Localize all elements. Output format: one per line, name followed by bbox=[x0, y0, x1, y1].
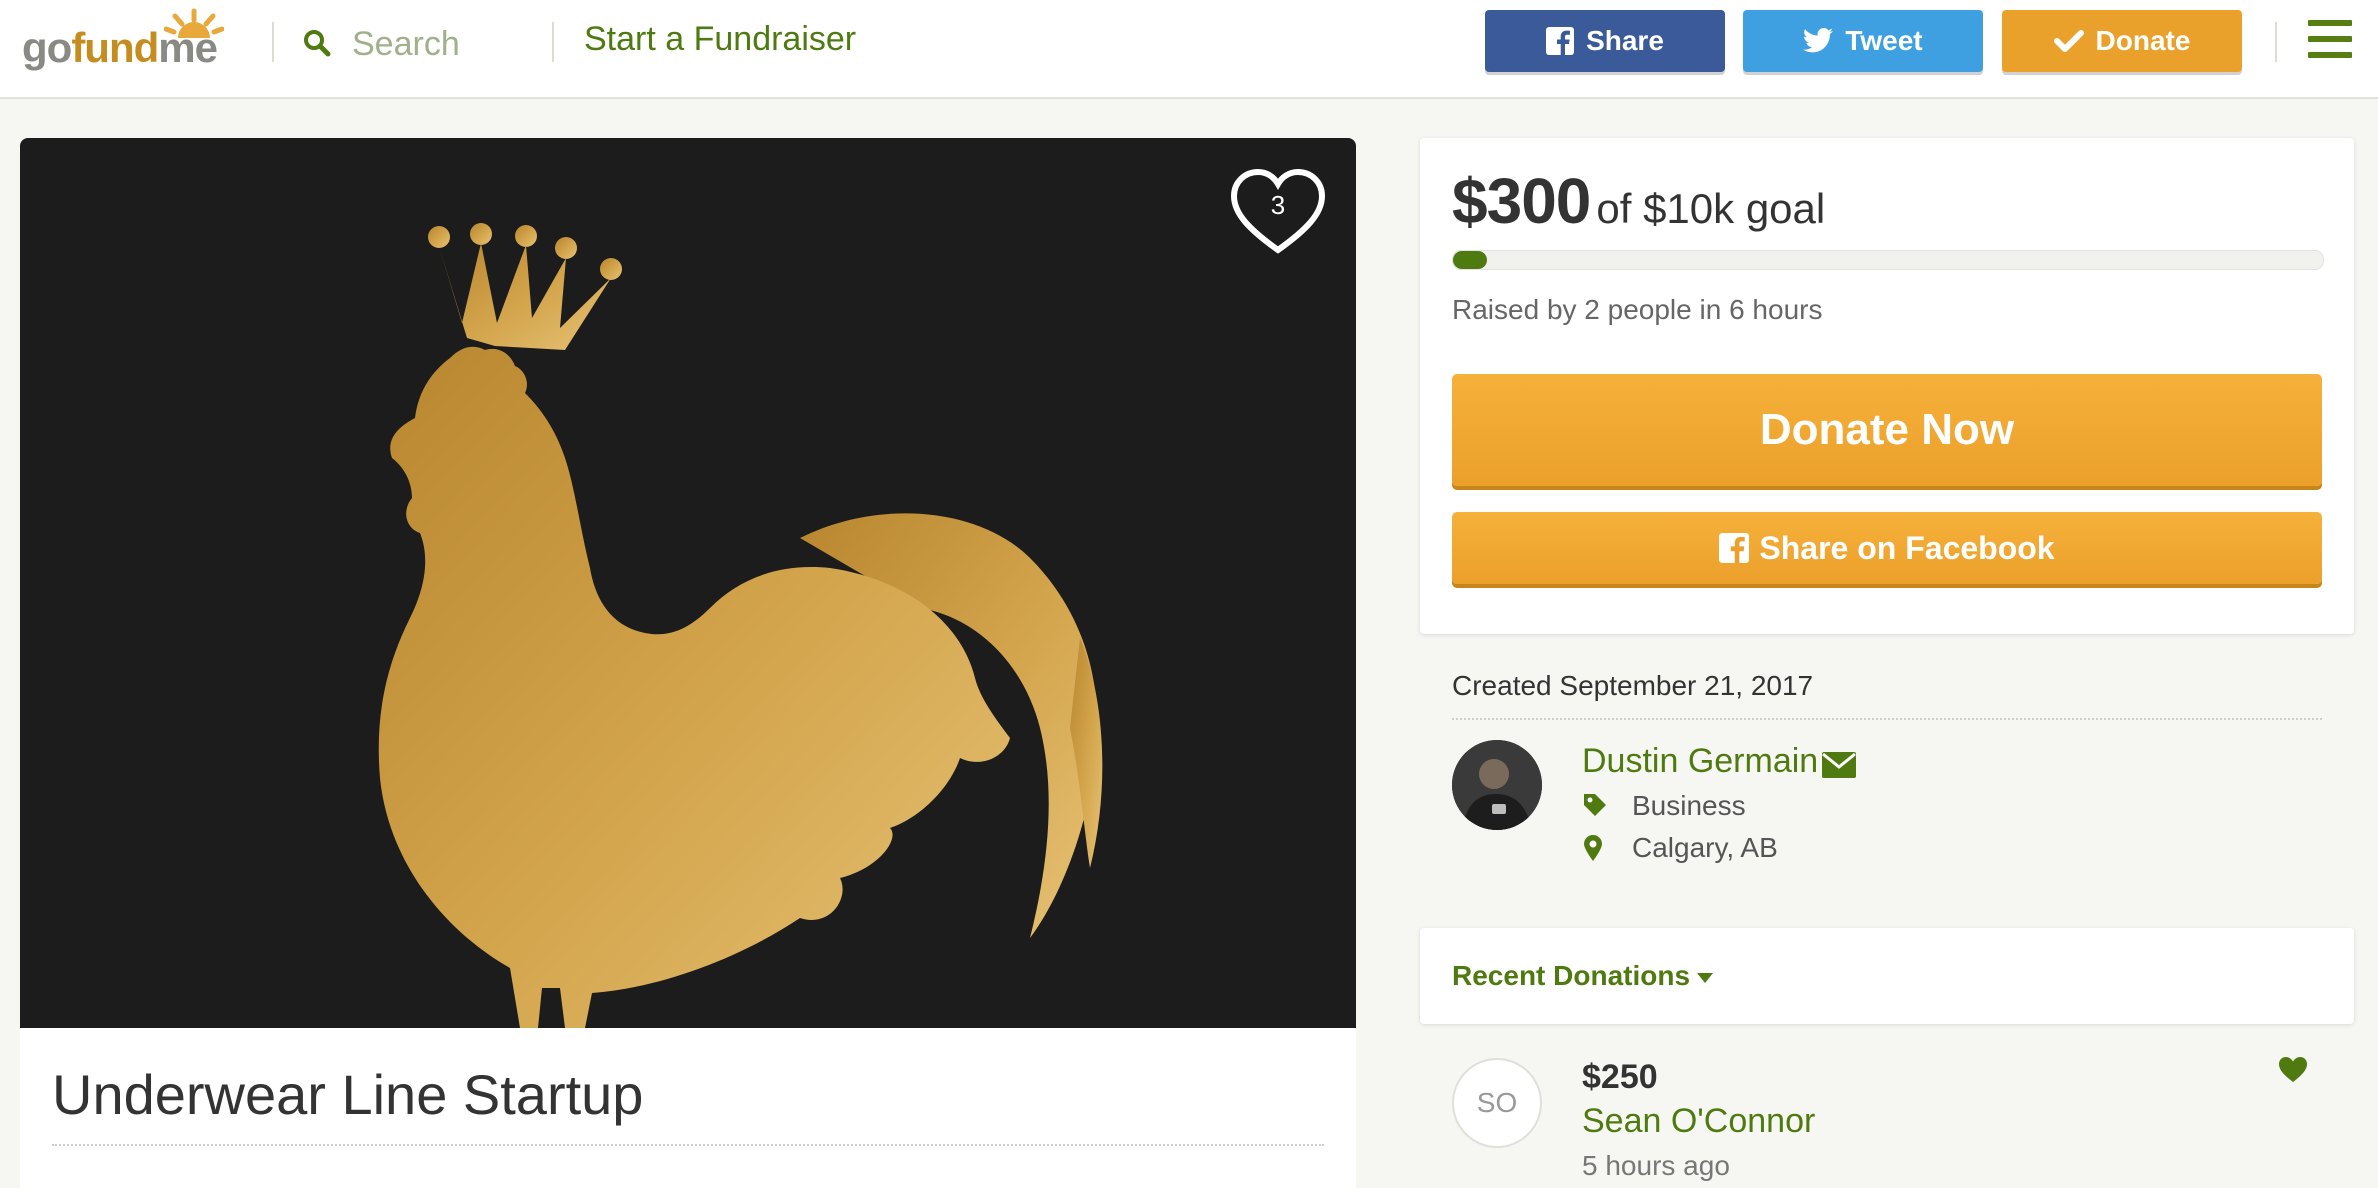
share-button[interactable]: Share bbox=[1485, 10, 1725, 72]
mail-icon[interactable] bbox=[1822, 752, 1856, 778]
organizer-avatar[interactable] bbox=[1452, 740, 1542, 830]
facebook-icon bbox=[1719, 533, 1750, 563]
recent-donations-title: Recent Donations bbox=[1452, 960, 1691, 991]
check-icon bbox=[2053, 30, 2084, 52]
category-text[interactable]: Business bbox=[1632, 790, 1746, 822]
donor-avatar: SO bbox=[1452, 1058, 1542, 1148]
person-photo bbox=[1452, 740, 1542, 830]
search-input[interactable] bbox=[350, 18, 544, 70]
gofundme-logo[interactable]: gofundme bbox=[22, 8, 237, 71]
donation-goal-card: $300 of $10k goal Raised by 2 people in 6… bbox=[1420, 138, 2354, 634]
divider bbox=[52, 1144, 1324, 1146]
raised-amount: $300 bbox=[1452, 165, 1591, 237]
header-divider bbox=[2275, 22, 2277, 62]
search-icon[interactable] bbox=[302, 28, 332, 58]
location-text: Calgary, AB bbox=[1632, 832, 1778, 863]
heart-icon[interactable] bbox=[2278, 1056, 2308, 1084]
header-divider bbox=[272, 22, 274, 62]
divider bbox=[1452, 718, 2322, 720]
donate-label: Donate bbox=[2095, 25, 2191, 56]
twitter-icon bbox=[1803, 28, 1834, 53]
donation-time: 5 hours ago bbox=[1582, 1150, 1730, 1181]
caret-down-icon bbox=[1697, 973, 1713, 983]
top-navbar: gofundme Start a Fundraiser Share Tweet … bbox=[0, 0, 2378, 99]
tag-icon bbox=[1584, 794, 1606, 816]
raised-by-text: Raised by 2 people in 6 hours bbox=[1452, 294, 1823, 325]
tweet-label: Tweet bbox=[1845, 25, 1923, 56]
tweet-button[interactable]: Tweet bbox=[1743, 10, 1983, 72]
progress-fill bbox=[1453, 251, 1487, 269]
favorites-count: 3 bbox=[1270, 190, 1286, 220]
raised-summary: $300 of $10k goal bbox=[1452, 164, 1825, 238]
logo-me: me bbox=[158, 24, 218, 71]
facebook-icon bbox=[1546, 27, 1575, 55]
logo-fund: fund bbox=[71, 24, 159, 71]
donor-name: Sean O'Connor bbox=[1582, 1102, 1816, 1140]
hamburger-icon[interactable] bbox=[2308, 20, 2352, 60]
donate-now-button[interactable]: Donate Now bbox=[1452, 374, 2322, 486]
organizer-name[interactable]: Dustin Germain bbox=[1582, 742, 1818, 781]
goal-text: of $10k goal bbox=[1596, 185, 1826, 232]
campaign-image: 3 bbox=[20, 138, 1356, 1028]
donation-amount: $250 bbox=[1582, 1058, 1658, 1096]
recent-donations-dropdown[interactable]: Recent Donations bbox=[1420, 928, 2354, 1024]
rooster-logo-image bbox=[378, 223, 1103, 1028]
progress-bar bbox=[1452, 250, 2324, 270]
share-on-facebook-button[interactable]: Share on Facebook bbox=[1452, 512, 2322, 584]
map-marker-icon bbox=[1584, 835, 1602, 861]
logo-go: go bbox=[22, 24, 72, 71]
share-on-facebook-label: Share on Facebook bbox=[1759, 529, 2055, 566]
share-label: Share bbox=[1586, 25, 1664, 56]
header-donate-button[interactable]: Donate bbox=[2002, 10, 2242, 72]
campaign-title-card: Underwear Line Startup bbox=[20, 1028, 1356, 1188]
header-divider bbox=[552, 22, 554, 62]
campaign-title: Underwear Line Startup bbox=[52, 1063, 644, 1126]
start-fundraiser-link[interactable]: Start a Fundraiser bbox=[584, 20, 856, 59]
donate-now-label: Donate Now bbox=[1759, 405, 2015, 454]
created-date: Created September 21, 2017 bbox=[1452, 670, 1814, 701]
